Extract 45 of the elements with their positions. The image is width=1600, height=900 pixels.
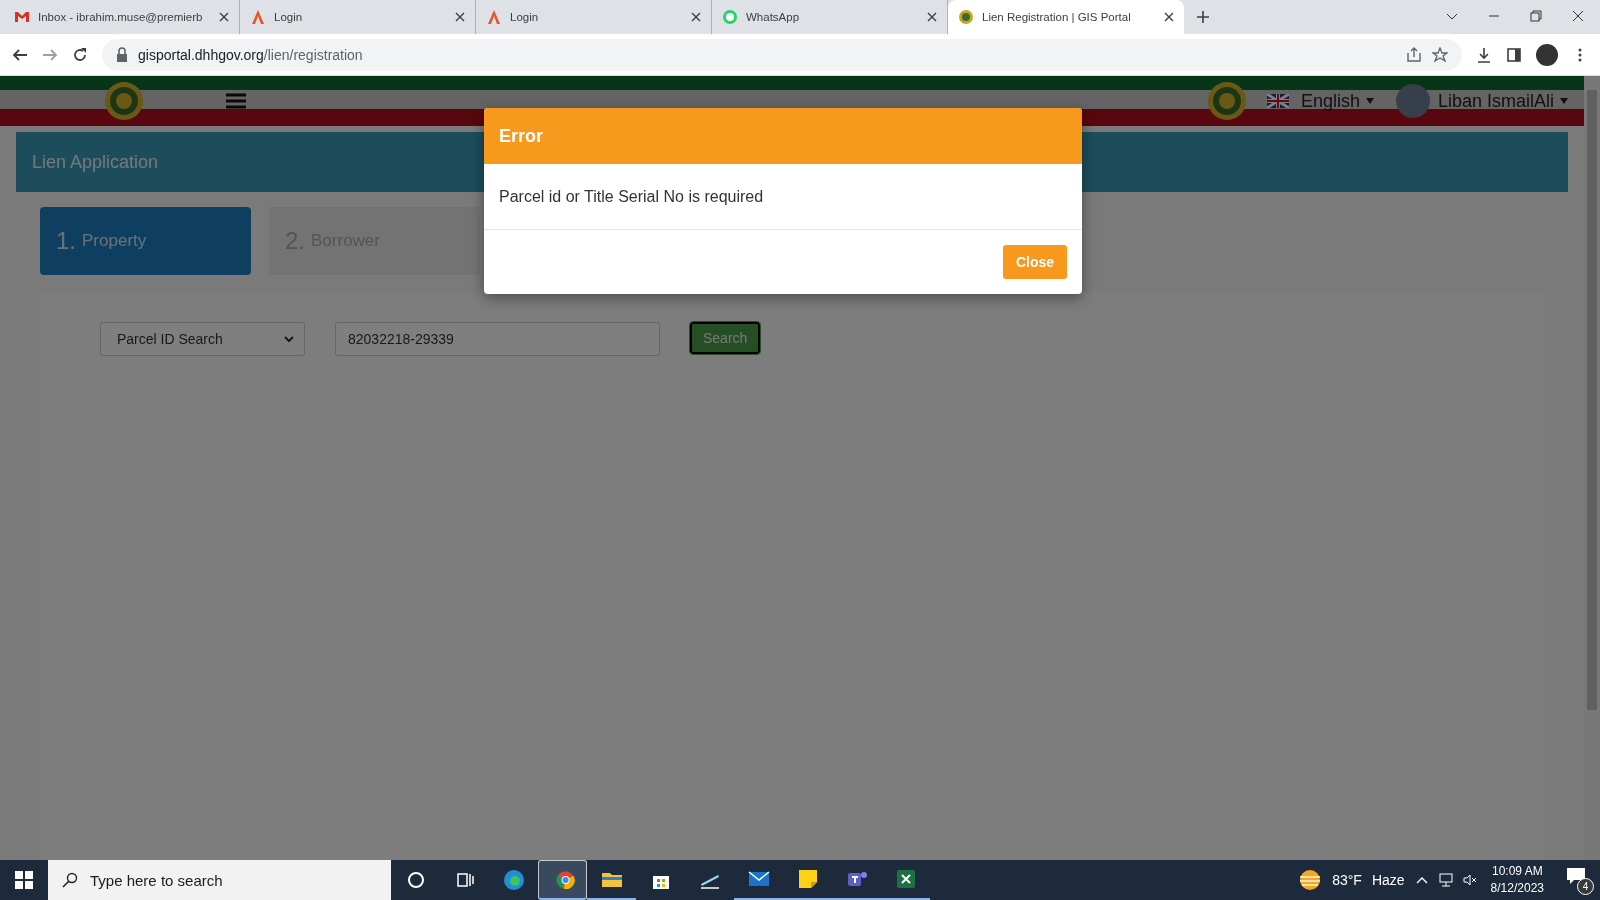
- close-icon[interactable]: [455, 12, 465, 22]
- chevron-icon: [284, 335, 294, 343]
- plus-icon[interactable]: [1196, 10, 1210, 24]
- close-icon[interactable]: [219, 12, 229, 22]
- emblem-icon: [1206, 81, 1247, 121]
- download-icon[interactable]: [1476, 46, 1492, 63]
- close-icon[interactable]: [1164, 12, 1174, 22]
- taskbar-search-field[interactable]: Type here to search: [48, 860, 391, 900]
- search-type-select[interactable]: Parcel ID Search: [100, 322, 305, 356]
- caret-icon: [1560, 98, 1568, 104]
- address-bar[interactable]: gisportal.dhhgov.org/lien/registration: [102, 38, 1462, 71]
- tab-title: Inbox - ibrahim.muse@premierb: [38, 11, 204, 23]
- close-icon[interactable]: [1572, 10, 1584, 22]
- emblem-icon: [104, 81, 144, 121]
- caret-icon: [1365, 98, 1374, 104]
- emblem-icon: [958, 9, 974, 25]
- forward-arrow-icon[interactable]: [42, 46, 58, 63]
- reload-icon[interactable]: [72, 46, 88, 63]
- dialog-title: Error: [484, 108, 1082, 164]
- sun-icon: [1298, 869, 1323, 891]
- avatar[interactable]: [1536, 43, 1558, 66]
- tab-title: Login: [510, 11, 540, 23]
- temperature: 83°F: [1332, 872, 1362, 888]
- flag-icon: [1266, 94, 1289, 108]
- star-icon[interactable]: [1432, 46, 1448, 63]
- back-arrow-icon[interactable]: [12, 46, 28, 63]
- clock[interactable]: 10:09 AM 8/12/2023: [1490, 863, 1544, 897]
- close-icon[interactable]: [691, 12, 701, 22]
- lock-icon: [116, 46, 128, 63]
- weather-text: Haze: [1371, 872, 1405, 888]
- muted-speaker-icon[interactable]: [1462, 873, 1477, 887]
- tab-title: Lien Registration | GIS Portal: [982, 11, 1132, 23]
- tab-title: WhatsApp: [746, 11, 801, 23]
- side-panel-icon[interactable]: [1506, 46, 1522, 63]
- restore-icon[interactable]: [1530, 10, 1542, 22]
- close-icon[interactable]: [927, 12, 937, 22]
- tab-title: Login: [274, 11, 304, 23]
- browser-tab[interactable]: Lien Registration | GIS Portal: [948, 0, 1184, 34]
- notification-button[interactable]: 4: [1566, 867, 1592, 893]
- search-icon: [62, 872, 78, 888]
- share-icon[interactable]: [1406, 46, 1422, 63]
- scrollbar[interactable]: [1584, 76, 1600, 860]
- network-icon[interactable]: [1438, 873, 1453, 887]
- parcel-id-field[interactable]: 82032218-29339: [335, 322, 660, 356]
- windows-icon: [15, 871, 33, 889]
